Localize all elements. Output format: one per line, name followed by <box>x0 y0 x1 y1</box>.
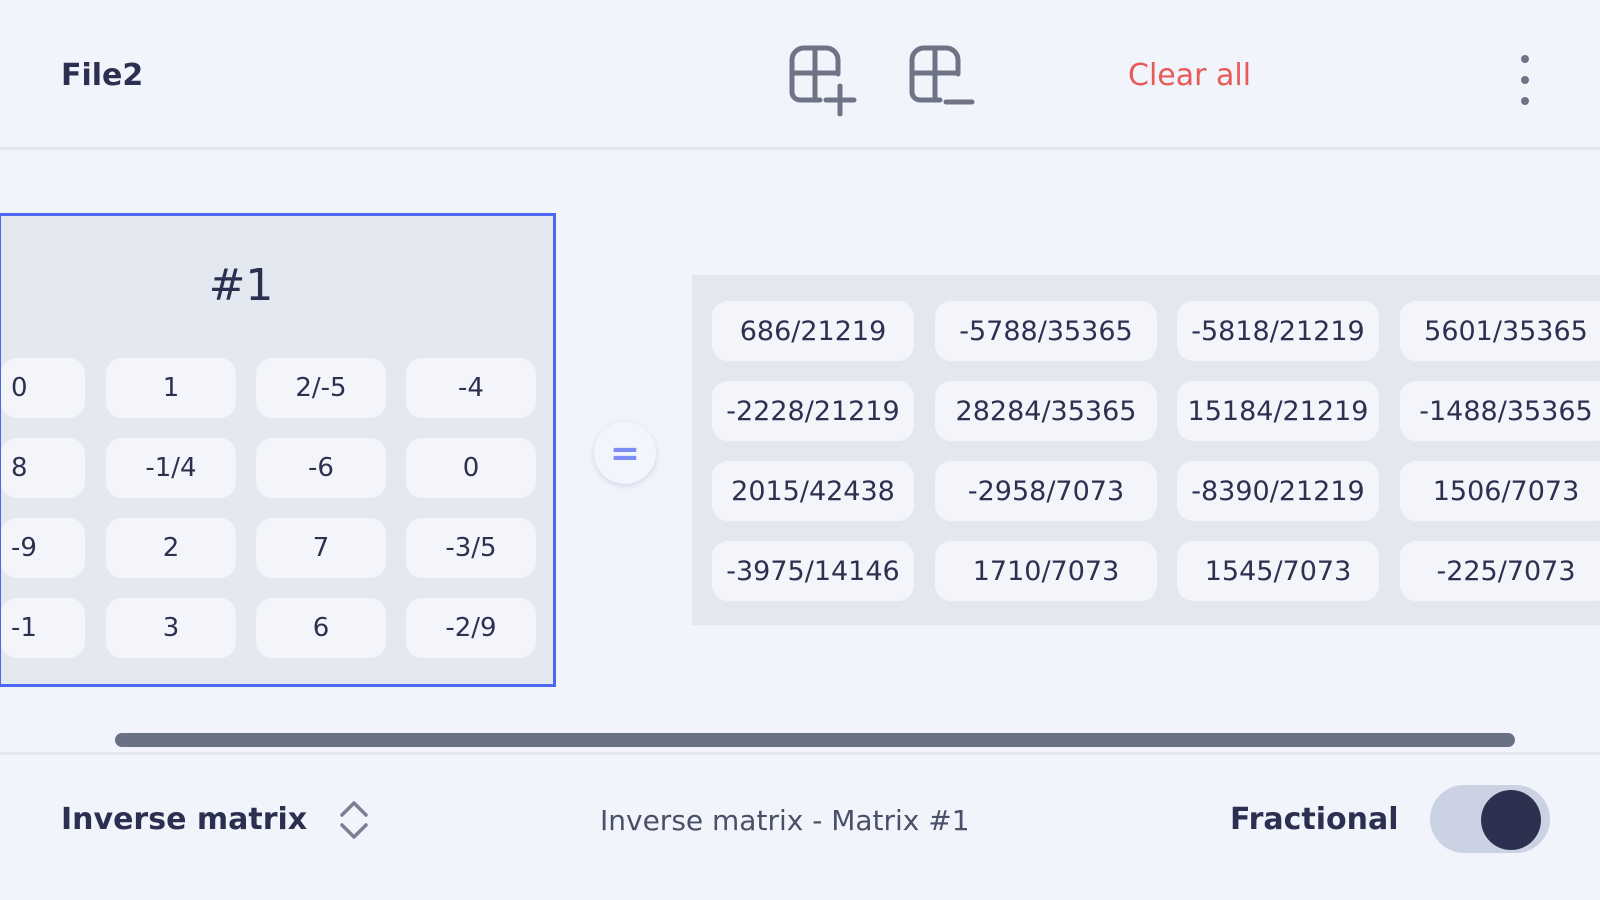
matrix-cell[interactable]: 0 <box>1 358 85 418</box>
matrix-cell[interactable]: -9 <box>1 518 85 578</box>
result-cell: 28284/35365 <box>935 381 1157 441</box>
matrix-cell[interactable]: 2/-5 <box>256 358 386 418</box>
operation-description: Inverse matrix - Matrix #1 <box>600 804 970 837</box>
result-cell: 1545/7073 <box>1177 541 1379 601</box>
toggle-knob <box>1481 790 1541 850</box>
matrix-cell[interactable]: 0 <box>406 438 536 498</box>
add-matrix-button[interactable] <box>778 40 858 120</box>
matrix-cell[interactable]: 1 <box>106 358 236 418</box>
matrix-cell[interactable]: -1/4 <box>106 438 236 498</box>
remove-matrix-icon <box>909 45 975 105</box>
clear-all-button[interactable]: Clear all <box>1128 58 1251 93</box>
file-title: File2 <box>61 58 144 93</box>
matrix-cell[interactable]: 2 <box>106 518 236 578</box>
matrix-cell[interactable]: 8 <box>1 438 85 498</box>
result-cell: -2958/7073 <box>935 461 1157 521</box>
matrix-label: #1 <box>208 260 274 311</box>
result-cell: -3975/14146 <box>712 541 914 601</box>
add-matrix-icon <box>789 45 857 117</box>
result-cell: -8390/21219 <box>1177 461 1379 521</box>
result-cell: -5788/35365 <box>935 301 1157 361</box>
result-cell: 15184/21219 <box>1177 381 1379 441</box>
fractional-toggle[interactable] <box>1430 785 1550 853</box>
result-cell: 5601/35365 <box>1400 301 1600 361</box>
matrix-cell[interactable]: -3/5 <box>406 518 536 578</box>
matrix-cell[interactable]: -2/9 <box>406 598 536 658</box>
result-cell: 686/21219 <box>712 301 914 361</box>
result-cell: 2015/42438 <box>712 461 914 521</box>
result-cell: -2228/21219 <box>712 381 914 441</box>
equals-button[interactable]: = <box>594 422 656 484</box>
more-vertical-icon <box>1521 55 1529 63</box>
matrix-cell[interactable]: -6 <box>256 438 386 498</box>
result-cell: -225/7073 <box>1400 541 1600 601</box>
result-cell: -1488/35365 <box>1400 381 1600 441</box>
matrix-cell[interactable]: -4 <box>406 358 536 418</box>
result-cell: -5818/21219 <box>1177 301 1379 361</box>
footer-divider <box>0 752 1600 755</box>
matrix-1-card[interactable]: #1 0 1 2/-5 -4 8 -1/4 -6 0 -9 2 7 -3/5 -… <box>0 213 556 687</box>
more-options-button[interactable] <box>1510 55 1540 105</box>
operation-select[interactable]: Inverse matrix <box>61 802 307 837</box>
horizontal-scrollbar[interactable] <box>115 733 1515 747</box>
result-matrix: 686/21219 -5788/35365 -5818/21219 5601/3… <box>692 275 1600 625</box>
result-cell: 1506/7073 <box>1400 461 1600 521</box>
top-toolbar: File2 Clear all <box>0 0 1600 150</box>
matrix-cell[interactable]: -1 <box>1 598 85 658</box>
matrix-cell[interactable]: 6 <box>256 598 386 658</box>
result-cell: 1710/7073 <box>935 541 1157 601</box>
matrix-cell[interactable]: 7 <box>256 518 386 578</box>
remove-matrix-button[interactable] <box>898 40 978 120</box>
fractional-label: Fractional <box>1230 802 1399 837</box>
chevron-up-down-icon[interactable] <box>336 795 372 845</box>
matrix-cell[interactable]: 3 <box>106 598 236 658</box>
